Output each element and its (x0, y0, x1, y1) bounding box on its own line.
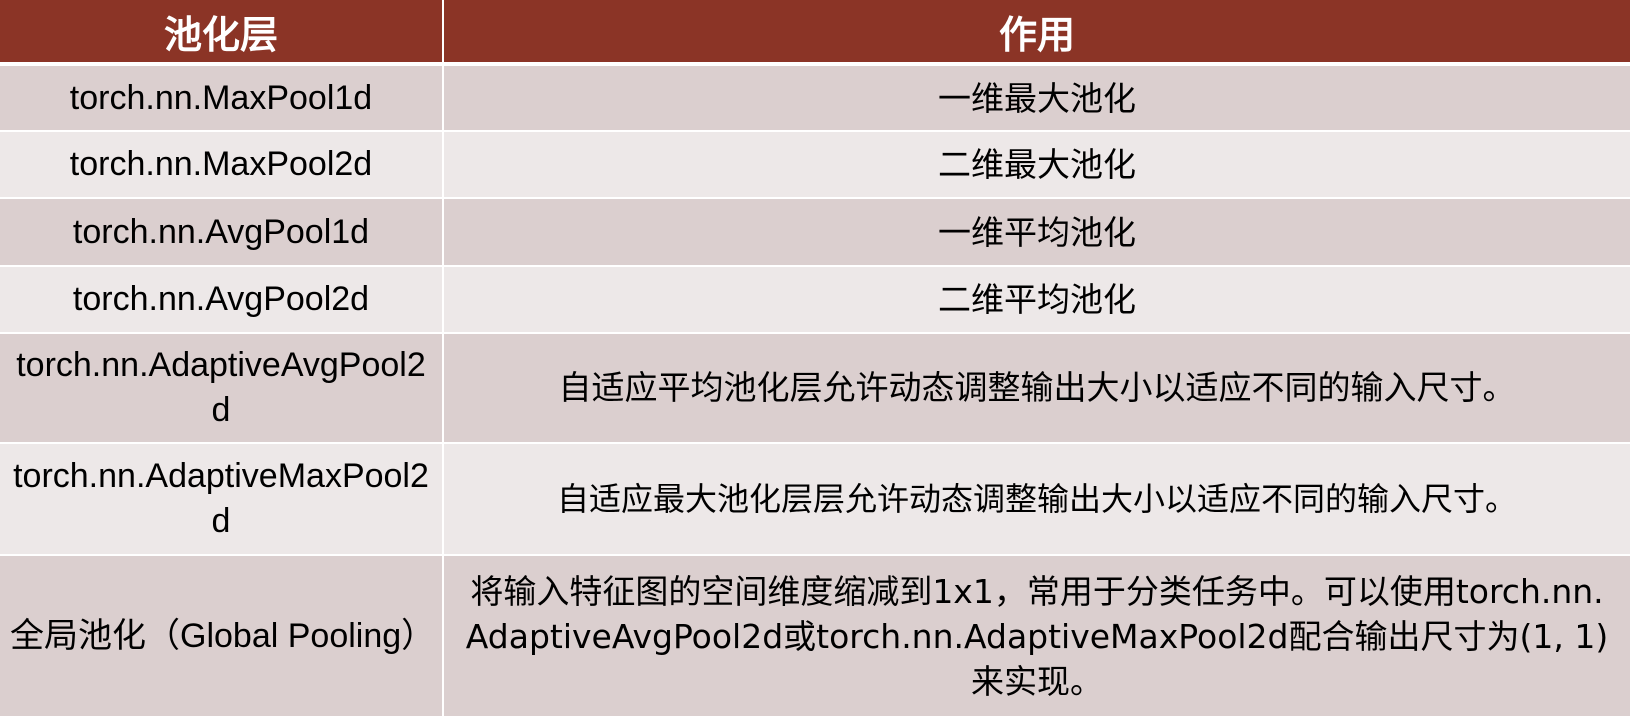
layer-desc-cell: 二维最大池化 (443, 131, 1630, 200)
table-row: torch.nn.AvgPool1d 一维平均池化 (0, 198, 1630, 267)
layer-desc-cell: 自适应平均池化层允许动态调整输出大小以适应不同的输入尺寸。 (443, 332, 1630, 445)
table-row: torch.nn.AdaptiveMaxPool2d 自适应最大池化层层允许动态… (0, 443, 1630, 557)
layer-desc-cell: 一维平均池化 (443, 198, 1630, 267)
table-row: torch.nn.MaxPool2d 二维最大池化 (0, 131, 1630, 200)
table-header-row: 池化层 作用 (0, 0, 1630, 66)
pooling-layers-table: 池化层 作用 torch.nn.MaxPool1d 一维最大池化 torch.n… (0, 0, 1630, 718)
layer-name-cell: torch.nn.MaxPool2d (0, 131, 444, 200)
table-row: torch.nn.MaxPool1d 一维最大池化 (0, 64, 1630, 133)
layer-desc-cell: 一维最大池化 (443, 64, 1630, 133)
layer-desc-cell: 自适应最大池化层层允许动态调整输出大小以适应不同的输入尺寸。 (443, 443, 1630, 557)
layer-desc-cell: 二维平均池化 (443, 265, 1630, 334)
layer-name-cell: torch.nn.AdaptiveMaxPool2d (0, 443, 444, 557)
header-purpose: 作用 (443, 0, 1630, 66)
layer-name-cell: torch.nn.AdaptiveAvgPool2d (0, 332, 444, 445)
table-row: 全局池化（Global Pooling） 将输入特征图的空间维度缩减到1x1，常… (0, 555, 1630, 718)
table-row: torch.nn.AdaptiveAvgPool2d 自适应平均池化层允许动态调… (0, 332, 1630, 445)
header-pooling-layer: 池化层 (0, 0, 444, 66)
layer-name-cell: torch.nn.MaxPool1d (0, 64, 444, 133)
layer-name-cell: torch.nn.AvgPool1d (0, 198, 444, 267)
table-row: torch.nn.AvgPool2d 二维平均池化 (0, 265, 1630, 334)
layer-desc-cell: 将输入特征图的空间维度缩减到1x1，常用于分类任务中。可以使用torch.nn.… (443, 555, 1630, 718)
layer-name-cell: 全局池化（Global Pooling） (0, 555, 444, 718)
layer-name-cell: torch.nn.AvgPool2d (0, 265, 444, 334)
